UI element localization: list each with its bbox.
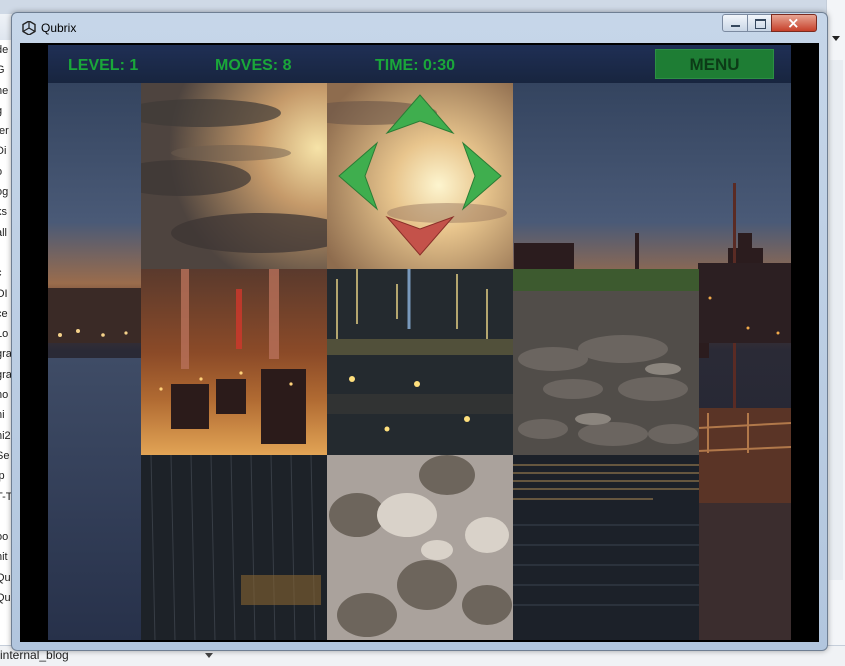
app-icon (22, 21, 36, 35)
puzzle-tile[interactable] (327, 455, 513, 640)
puzzle-tile[interactable] (141, 455, 327, 640)
game-client-area: LEVEL: 1 MOVES: 8 TIME: 0:30 MENU (20, 43, 819, 642)
time-label: TIME: 0:30 (375, 57, 456, 74)
maximize-icon (755, 19, 766, 29)
maximize-button[interactable] (747, 14, 772, 32)
dropdown-arrow-icon[interactable] (205, 653, 213, 658)
close-button[interactable]: × (771, 14, 817, 32)
hud-bar: LEVEL: 1 MOVES: 8 TIME: 0:30 MENU (48, 45, 791, 83)
game-window: Qubrix × LEVEL: 1 MOVES: 8 TIME: 0:30 ME… (11, 12, 828, 651)
puzzle-tile[interactable] (141, 83, 327, 269)
up-arrow-icon[interactable] (385, 94, 455, 135)
puzzle-scene (48, 83, 791, 640)
background-scrollbar[interactable] (826, 0, 845, 665)
right-arrow-icon[interactable] (461, 141, 502, 211)
menu-button[interactable]: MENU (655, 49, 774, 79)
game-board: LEVEL: 1 MOVES: 8 TIME: 0:30 MENU (48, 45, 791, 640)
puzzle-tile-selected[interactable] (327, 83, 513, 269)
puzzle-tile[interactable] (141, 269, 327, 455)
title-bar[interactable]: Qubrix × (12, 13, 827, 43)
left-arrow-icon[interactable] (338, 141, 379, 211)
moves-label: MOVES: 8 (215, 57, 292, 74)
down-arrow-icon[interactable] (385, 215, 455, 256)
close-icon: × (787, 14, 800, 32)
window-title: Qubrix (41, 21, 77, 35)
direction-controls (338, 94, 502, 256)
minimize-button[interactable] (722, 14, 748, 32)
puzzle-tile[interactable] (513, 455, 699, 640)
minimize-icon (731, 25, 740, 27)
puzzle-tile[interactable] (513, 269, 699, 455)
puzzle-tile[interactable] (327, 269, 513, 455)
level-label: LEVEL: 1 (68, 57, 139, 74)
scroll-down-icon[interactable] (832, 36, 840, 41)
